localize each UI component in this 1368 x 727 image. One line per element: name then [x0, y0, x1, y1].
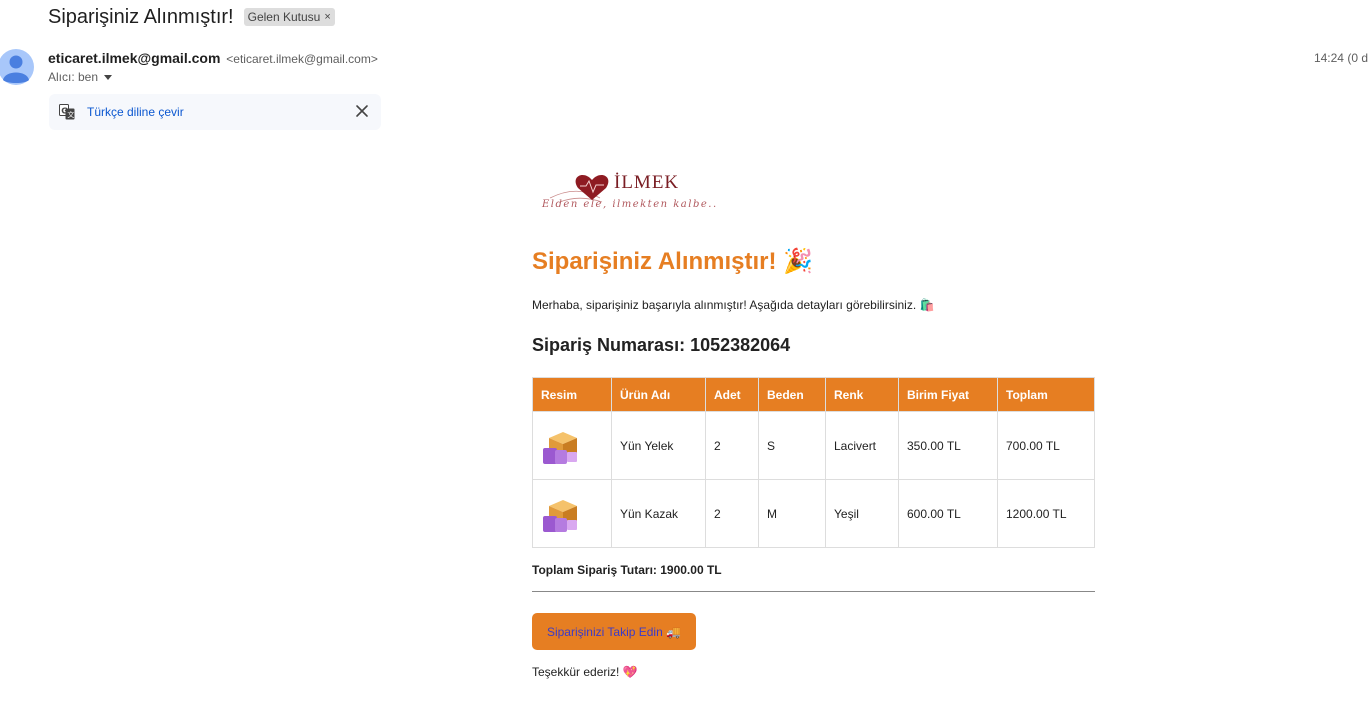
chevron-down-icon[interactable]	[104, 74, 113, 80]
product-size: S	[758, 411, 826, 480]
product-color: Lacivert	[825, 411, 899, 480]
svg-text:文: 文	[67, 110, 74, 119]
line-total: 1200.00 TL	[997, 479, 1095, 548]
sender-email: <eticaret.ilmek@gmail.com>	[226, 52, 378, 66]
package-icon	[543, 499, 577, 532]
inbox-label-text: Gelen Kutusu	[247, 10, 321, 24]
inbox-label-chip[interactable]: Gelen Kutusu ×	[243, 8, 335, 26]
translate-icon: G 文	[59, 104, 75, 120]
recipient-details[interactable]: Alıcı: ben	[48, 70, 113, 84]
order-number-value: 1052382064	[690, 335, 791, 355]
column-header: Beden	[758, 377, 826, 412]
avatar-icon[interactable]	[0, 48, 34, 86]
close-icon[interactable]	[355, 104, 369, 118]
column-header: Toplam	[997, 377, 1095, 412]
order-items-table: Resim Ürün Adı Adet Beden Renk Birim Fiy…	[532, 377, 1095, 548]
product-name: Yün Yelek	[611, 411, 706, 480]
thanks-text: Teşekkür ederiz! 💖	[532, 665, 638, 679]
package-icon	[543, 431, 577, 464]
remove-label-icon[interactable]: ×	[324, 10, 330, 24]
brand-logo-text: İLMEK	[614, 172, 680, 193]
product-size: M	[758, 479, 826, 548]
sender-info: eticaret.ilmek@gmail.com <eticaret.ilmek…	[48, 50, 378, 66]
subject-row: Siparişiniz Alınmıştır! Gelen Kutusu ×	[48, 4, 335, 30]
column-header: Renk	[825, 377, 899, 412]
order-total: Toplam Sipariş Tutarı: 1900.00 TL	[532, 563, 722, 577]
track-order-button[interactable]: Siparişinizi Takip Edin 🚚	[532, 613, 696, 650]
column-header: Ürün Adı	[611, 377, 706, 412]
translate-link[interactable]: Türkçe diline çevir	[87, 105, 184, 119]
unit-price: 350.00 TL	[898, 411, 998, 480]
product-image-cell	[532, 479, 612, 548]
order-number-label: Sipariş Numarası:	[532, 335, 686, 355]
column-header: Adet	[705, 377, 759, 412]
recipient-label: Alıcı: ben	[48, 70, 99, 84]
translate-bar: G 文 Türkçe diline çevir	[49, 94, 381, 130]
sender-name[interactable]: eticaret.ilmek@gmail.com	[48, 50, 220, 66]
column-header: Birim Fiyat	[898, 377, 998, 412]
column-header: Resim	[532, 377, 612, 412]
email-timestamp: 14:24 (0 d	[1313, 51, 1368, 65]
intro-text: Merhaba, siparişiniz başarıyla alınmıştı…	[532, 298, 935, 312]
order-number: Sipariş Numarası: 1052382064	[532, 335, 790, 356]
table-row: Yün Kazak 2 M Yeşil 600.00 TL 1200.00 TL	[532, 479, 1095, 548]
product-quantity: 2	[705, 411, 759, 480]
table-row: Yün Yelek 2 S Lacivert 350.00 TL 700.00 …	[532, 411, 1095, 480]
order-heading: Siparişiniz Alınmıştır! 🎉	[532, 248, 814, 275]
product-quantity: 2	[705, 479, 759, 548]
divider	[532, 591, 1095, 592]
table-header-row: Resim Ürün Adı Adet Beden Renk Birim Fiy…	[532, 377, 1095, 412]
product-image-cell	[532, 411, 612, 480]
brand-tagline: Elden ele, ilmekten kalbe..	[542, 199, 718, 210]
product-color: Yeşil	[825, 479, 899, 548]
product-name: Yün Kazak	[611, 479, 706, 548]
email-subject: Siparişiniz Alınmıştır!	[48, 5, 234, 28]
unit-price: 600.00 TL	[898, 479, 998, 548]
line-total: 700.00 TL	[997, 411, 1095, 480]
